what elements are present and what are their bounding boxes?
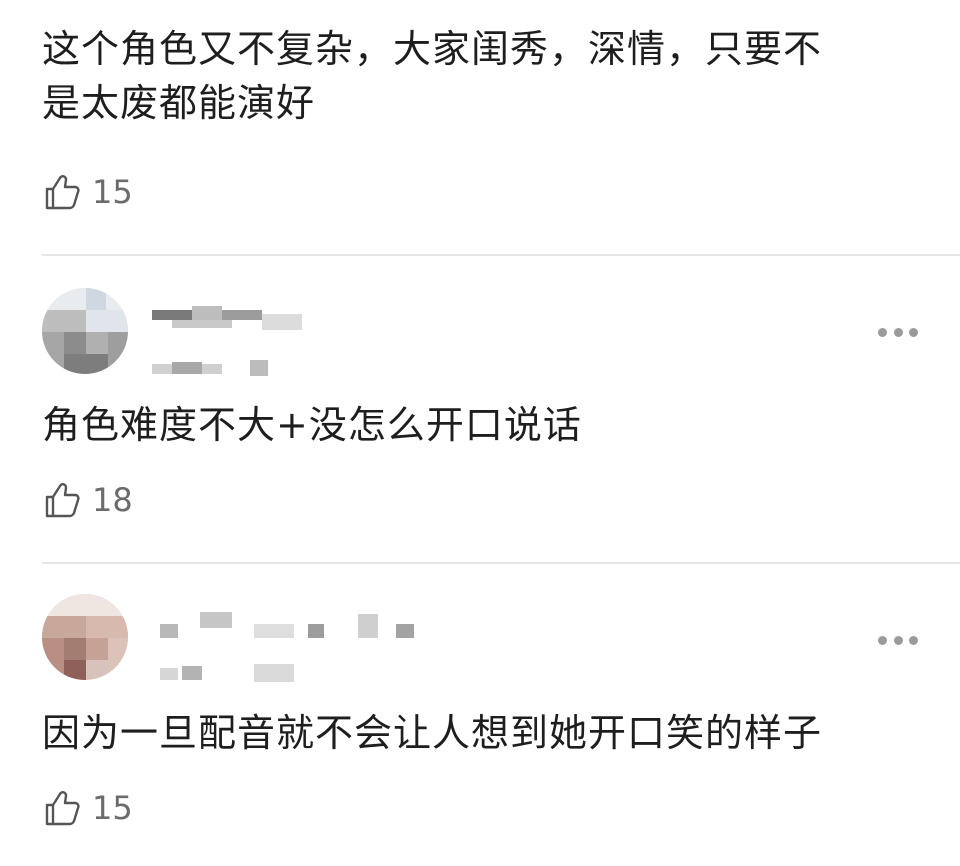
like-count: 15 xyxy=(92,173,133,211)
thumbs-up-icon xyxy=(45,483,80,518)
like-count: 18 xyxy=(92,481,133,519)
comment-text: 因为一旦配音就不会让人想到她开口笑的样子 xyxy=(42,711,823,755)
more-dots-icon[interactable] xyxy=(878,634,918,646)
comment-1: 这个角色又不复杂，大家闺秀，深情，只要不 是太废都能演好 15 xyxy=(0,0,960,255)
more-dots-icon[interactable] xyxy=(878,326,918,338)
like-button[interactable]: 15 xyxy=(42,170,133,214)
comment-meta xyxy=(152,358,272,378)
comment-3: 因为一旦配音就不会让人想到她开口笑的样子 15 xyxy=(0,564,960,866)
comment-2: 角色难度不大+没怎么开口说话 18 xyxy=(0,256,960,562)
avatar[interactable] xyxy=(42,594,128,680)
avatar[interactable] xyxy=(42,288,128,374)
comment-text-line: 是太废都能演好 xyxy=(42,81,316,125)
comment-text: 角色难度不大+没怎么开口说话 xyxy=(42,403,582,447)
like-count: 15 xyxy=(92,789,133,827)
username[interactable] xyxy=(152,306,302,340)
like-button[interactable]: 15 xyxy=(42,786,133,830)
like-button[interactable]: 18 xyxy=(42,478,133,522)
thumbs-up-icon xyxy=(45,175,80,210)
username[interactable] xyxy=(160,610,420,644)
comment-text: 这个角色又不复杂，大家闺秀，深情，只要不 是太废都能演好 xyxy=(42,22,922,130)
comment-meta xyxy=(160,662,300,684)
comment-text-line: 这个角色又不复杂，大家闺秀，深情，只要不 xyxy=(42,27,823,71)
thumbs-up-icon xyxy=(45,791,80,826)
